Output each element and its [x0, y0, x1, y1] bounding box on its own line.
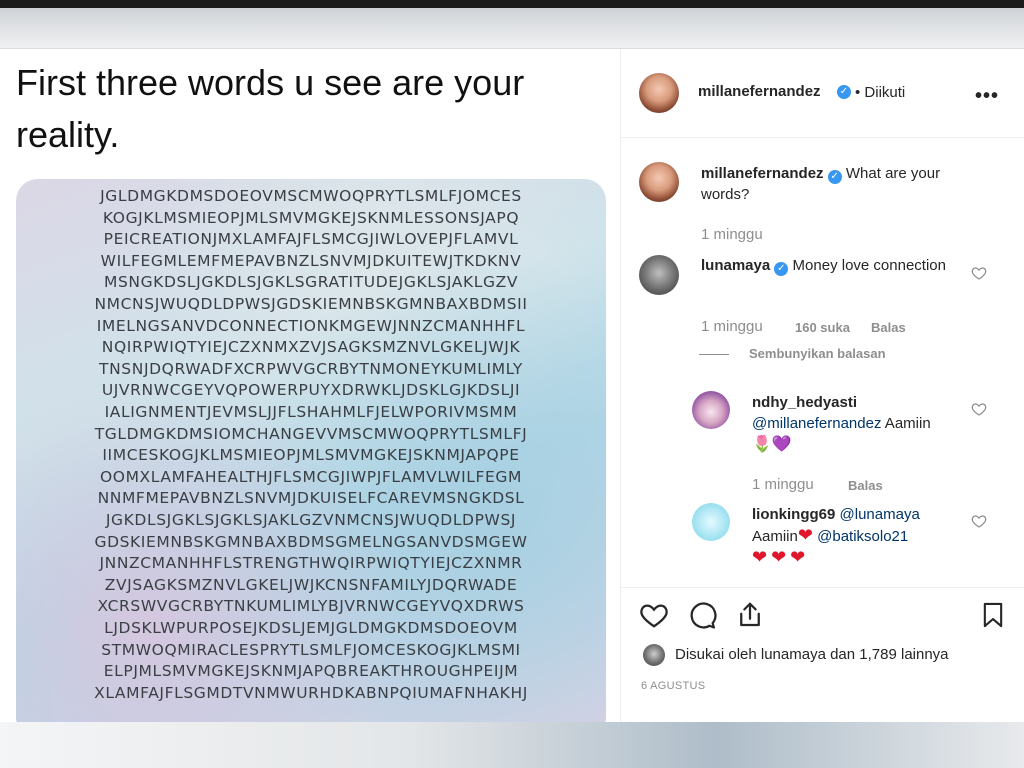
reply-mention[interactable]: @batiksolo21 [817, 528, 908, 545]
reply-text: Aamiin [881, 415, 931, 432]
reply-hearts: ❤❤❤ [752, 547, 810, 567]
reply-button[interactable]: Balas [871, 320, 906, 335]
post-header: millanefernandez ✓ • Diikuti ••• [621, 49, 1024, 138]
like-heart-icon[interactable] [639, 600, 669, 630]
post-card: First three words u see are your reality… [0, 48, 1024, 723]
caption: millanefernandez ✓ What are your words? [701, 163, 991, 205]
grid-line: ELPJMLSMVMGKEJSKNMJAPQBREAKTHROUGHPEIJM [103, 662, 519, 681]
grid-line: LJDSKLWPURPOSEJKDSLJEMJGLDMGKDMSDOEOVM [104, 619, 518, 637]
grid-line: GDSKIEMNBSKGMNBAXBDMSGMELNGSANVDSMGEW [94, 532, 528, 551]
verified-icon: ✓ [837, 85, 851, 99]
comment-like-heart-icon[interactable] [971, 265, 987, 281]
comment-icon[interactable] [687, 600, 717, 630]
comment-likes[interactable]: 160 suka [795, 320, 850, 335]
reply-mention[interactable]: @millanefernandez [752, 415, 881, 432]
post-image: First three words u see are your reality… [0, 49, 621, 723]
avatar[interactable] [639, 73, 679, 113]
verified-icon: ✓ [827, 170, 842, 184]
reply-mention[interactable]: @lunamaya [840, 506, 920, 523]
comments-panel: millanefernandez ✓ • Diikuti ••• millane… [621, 49, 1024, 723]
grid-line: UJVRNWCGEYVQPOWERPUYXDRWKLJDSKLGJKDSLJI [101, 381, 521, 400]
word-search-grid: JGLDMGKDMSDOEOVMSCMWOQPRYTLSMLFJOMCES KOG… [16, 179, 606, 723]
liker-avatar[interactable] [643, 644, 665, 666]
reply-button[interactable]: Balas [848, 478, 883, 493]
grid-line: TNSNJDQRWADFXCRPWVGCRBYTNMONEYKUMLIMLY [99, 359, 523, 378]
grid-line: NNMFMEPAVBNZLSNVMJDKUISELFCAREVMSNGKDSL [97, 489, 525, 508]
grid-line: WILFEGMLEMFMEPAVBNZLSNVMJDKUITEWJTKDKNV [100, 251, 522, 270]
liked-by-text[interactable]: Disukai oleh lunamaya dan 1,789 lainnya [675, 644, 949, 665]
grid-line: XCRSWVGCRBYTNKUMLIMLYBJVRNWCGEYVQXDRWS [97, 597, 525, 616]
grid-line: PEICREATIONJMXLAMFAJFLSMCGJIWLOVEPJFLAMV… [103, 230, 519, 249]
hide-replies-button[interactable]: Sembunyikan balasan [749, 346, 886, 361]
comment: lunamaya ✓ Money love connection [701, 255, 961, 276]
caption-time[interactable]: 1 minggu [701, 226, 763, 243]
grid-line: IALIGNMENTJEVMSLJJFLSHAHMLFJELWPORIVMSMM [104, 403, 518, 421]
grid-line: MSNGKDSLJGKDLSJGKLSGRATITUDEJGKLSJAKLGZV [103, 273, 519, 292]
grid-line: IMELNGSANVDCONNECTIONKMGEWJNNZCMANHHFL [96, 316, 526, 335]
comment-username[interactable]: lunamaya [701, 257, 770, 274]
reply: ndhy_hedyasti @millanefernandez Aamiin 🌷… [752, 392, 982, 455]
comment-avatar[interactable] [639, 255, 679, 295]
reply-like-heart-icon[interactable] [971, 401, 987, 417]
post-date[interactable]: 6 AGUSTUS [641, 680, 705, 692]
reply-time[interactable]: 1 minggu [752, 476, 814, 493]
comment-time[interactable]: 1 minggu [701, 318, 763, 335]
grid-line: OOMXLAMFAHEALTHJFLSMCGJIWPJFLAMVLWILFEGM [99, 467, 522, 486]
reply-like-heart-icon[interactable] [971, 513, 987, 529]
grid-line: TGLDMGKDMSIOMCHANGEVVMSCMWOQPRYTLSMLFJ [94, 424, 528, 443]
top-bar [0, 0, 1024, 8]
reply: lionkingg69 @lunamaya Aamiin❤ @batiksolo… [752, 504, 982, 569]
grid-line: NQIRPWIQTYIEJCZXNMXZVJSAGKSMZNVLGKELJWJK [101, 338, 521, 357]
caption-username[interactable]: millanefernandez [701, 165, 824, 182]
grid-line: JNNZCMANHHFLSTRENGTHWQIRPWIQTYIEJCZXNMR [99, 554, 523, 573]
header-username[interactable]: millanefernandez [698, 83, 821, 100]
grid-line: XLAMFAJFLSGMDTVNMWURHDKABNPQIUMAFNHAKHJ [94, 683, 528, 702]
grid-line: IIMCESKOGJKLMSMIEOPJMLSMVMGKEJSKNMJAPQPE [102, 446, 520, 465]
comment-text: Money love connection [792, 257, 946, 274]
share-icon[interactable] [735, 600, 765, 630]
reply-avatar[interactable] [692, 503, 730, 541]
background-blur-bottom [0, 722, 1024, 768]
background-blur-top [0, 8, 1024, 48]
reply-username[interactable]: lionkingg69 [752, 506, 835, 523]
reply-emojis: 🌷💜 [752, 436, 792, 453]
heart-emoji-icon: ❤ [797, 525, 813, 545]
grid-line: STMWOQMIRACLESPRYTLSMLFJOMCESKOGJKLMSMI [101, 640, 521, 659]
follow-status[interactable]: • Diikuti [855, 82, 905, 103]
post-headline: First three words u see are your reality… [16, 62, 525, 155]
bookmark-icon[interactable] [979, 600, 1007, 630]
grid-line: JGLDMGKDMSDOEOVMSCMWOQPRYTLSMLFJOMCES [100, 187, 522, 205]
grid-line: JGKDLSJGKLSJGKLSJAKLGZVNMCNSJWUQDLDPWSJ [105, 511, 517, 529]
grid-line: NMCNSJWUQDLDPWSJGDSKIEMNBSKGMNBAXBDMSII [94, 295, 528, 313]
caption-avatar[interactable] [639, 162, 679, 202]
reply-username[interactable]: ndhy_hedyasti [752, 394, 857, 411]
grid-line: ZVJSAGKSMZNVLGKELJWJKCNSNFAMILYJDQRWADE [104, 575, 518, 594]
reply-avatar[interactable] [692, 391, 730, 429]
reply-text: Aamiin [752, 528, 798, 545]
post-actions: Disukai oleh lunamaya dan 1,789 lainnya … [621, 587, 1024, 724]
verified-icon: ✓ [774, 262, 789, 276]
grid-line: KOGJKLMSMIEOPJMLSMVMGKEJSKNMLESSONSJAPQ [102, 208, 520, 227]
more-options-button[interactable]: ••• [975, 85, 999, 108]
divider [699, 354, 729, 355]
